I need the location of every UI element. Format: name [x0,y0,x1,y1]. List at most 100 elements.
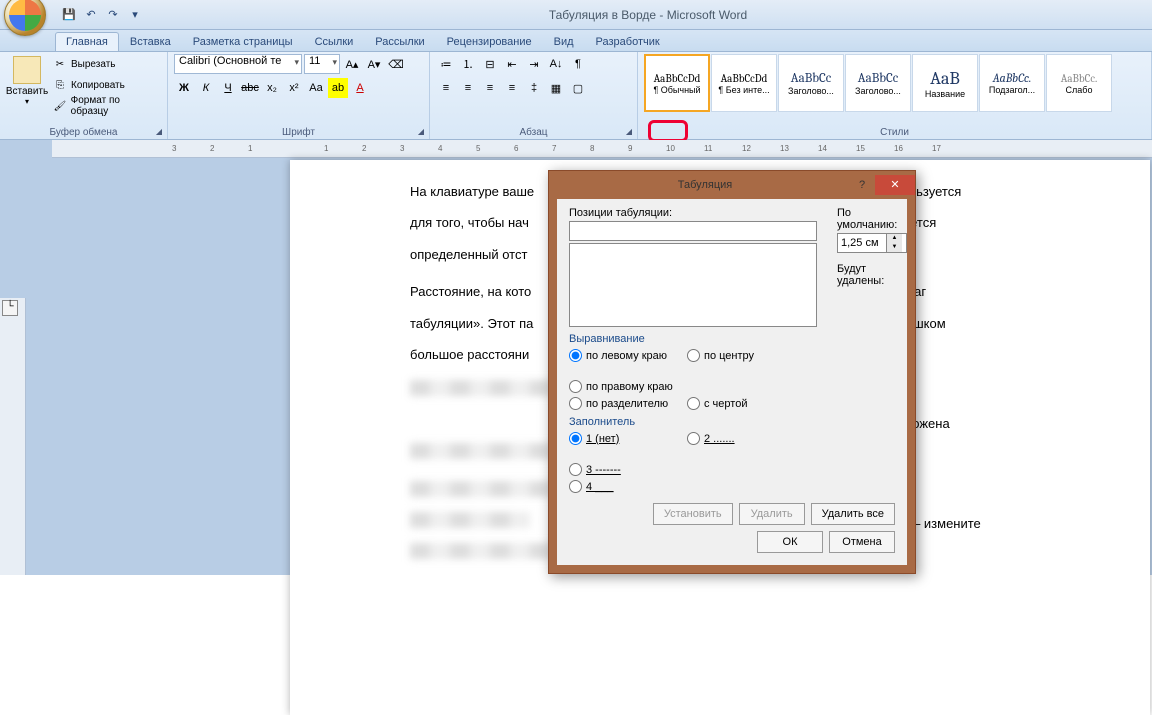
undo-icon[interactable]: ↶ [82,6,100,24]
tab-positions-label: Позиции табуляции: [569,207,817,219]
tab-view[interactable]: Вид [543,32,585,51]
leader-4-radio[interactable]: 4 ___ [569,480,669,493]
leader-3-radio[interactable]: 3 ------- [569,463,669,476]
show-marks-icon[interactable]: ¶ [568,54,588,74]
blurred-text [410,512,530,528]
quick-access-toolbar: 💾 ↶ ↷ ▾ [60,6,144,24]
group-styles-title: Стили [644,126,1145,139]
clear-format-icon[interactable]: ⌫ [386,54,406,74]
save-icon[interactable]: 💾 [60,6,78,24]
dialog-titlebar[interactable]: Табуляция ? ✕ [549,171,915,199]
style-normal[interactable]: AaBbCcDd¶ Обычный [644,54,710,112]
italic-icon[interactable]: К [196,78,216,98]
horizontal-ruler[interactable]: 3211234567891011121314151617 [52,140,1152,158]
clear-button[interactable]: Удалить [739,503,805,525]
brush-icon: 🖌 [53,99,67,113]
grow-font-icon[interactable]: A▴ [342,54,362,74]
paste-label: Вставить [6,86,48,97]
justify-icon[interactable]: ≡ [502,78,522,98]
group-font-title: Шрифт [174,126,423,139]
highlight-icon[interactable]: ab [328,78,348,98]
style-title[interactable]: AaBНазвание [912,54,978,112]
font-size-combo[interactable]: 11 [304,54,340,74]
vertical-ruler[interactable]: └ [0,298,26,575]
tab-developer[interactable]: Разработчик [585,32,671,51]
cut-button[interactable]: ✂Вырезать [50,54,161,74]
tab-positions-list[interactable] [569,243,817,327]
paste-icon [13,56,41,84]
tab-position-input[interactable] [569,221,817,241]
align-center-icon[interactable]: ≡ [458,78,478,98]
close-icon[interactable]: ✕ [875,175,915,195]
watermark: FREE-OFFICE.NET [1011,554,1142,569]
style-subtle[interactable]: AaBbCc.Слабо [1046,54,1112,112]
sort-icon[interactable]: A↓ [546,54,566,74]
group-paragraph: ≔ ⒈ ⊟ ⇤ ⇥ A↓ ¶ ≡ ≡ ≡ ≡ ‡ ▦ ▢ Абзац ◢ [430,52,638,139]
font-name-combo[interactable]: Calibri (Основной те [174,54,302,74]
leader-section-title: Заполнитель [569,416,895,428]
leader-1-radio[interactable]: 1 (нет) [569,432,669,445]
format-painter-button[interactable]: 🖌Формат по образцу [50,96,161,116]
spin-down-icon[interactable]: ▼ [886,243,902,252]
borders-icon[interactable]: ▢ [568,78,588,98]
tab-home[interactable]: Главная [55,32,119,51]
default-tab-input[interactable] [838,237,886,249]
title-bar: 💾 ↶ ↷ ▾ Табуляция в Ворде - Microsoft Wo… [0,0,1152,30]
align-right-radio[interactable]: по правому краю [569,380,673,393]
change-case-icon[interactable]: Aa [306,78,326,98]
tab-references[interactable]: Ссылки [304,32,365,51]
paragraph-launcher[interactable]: ◢ [623,125,635,137]
redo-icon[interactable]: ↷ [104,6,122,24]
font-launcher[interactable]: ◢ [415,125,427,137]
alignment-section-title: Выравнивание [569,333,895,345]
align-center-radio[interactable]: по центру [687,349,787,362]
leader-2-radio[interactable]: 2 ....... [687,432,787,445]
superscript-icon[interactable]: x² [284,78,304,98]
strike-icon[interactable]: abc [240,78,260,98]
tab-layout[interactable]: Разметка страницы [182,32,304,51]
help-icon[interactable]: ? [849,179,875,191]
align-left-radio[interactable]: по левому краю [569,349,669,362]
style-subtitle[interactable]: AaBbCc.Подзагол... [979,54,1045,112]
subscript-icon[interactable]: x₂ [262,78,282,98]
set-button[interactable]: Установить [653,503,733,525]
align-bar-radio[interactable]: с чертой [687,397,787,410]
indent-inc-icon[interactable]: ⇥ [524,54,544,74]
numbering-icon[interactable]: ⒈ [458,54,478,74]
copy-button[interactable]: ⎘Копировать [50,75,161,95]
spin-up-icon[interactable]: ▲ [886,234,902,243]
window-title: Табуляция в Ворде - Microsoft Word [144,8,1152,22]
deleted-label: Будут удалены: [837,263,907,287]
clear-all-button[interactable]: Удалить все [811,503,895,525]
shading-icon[interactable]: ▦ [546,78,566,98]
underline-icon[interactable]: Ч [218,78,238,98]
group-styles: AaBbCcDd¶ Обычный AaBbCcDd¶ Без инте... … [638,52,1152,139]
clipboard-launcher[interactable]: ◢ [153,125,165,137]
tab-selector[interactable]: └ [2,300,18,316]
tab-insert[interactable]: Вставка [119,32,182,51]
shrink-font-icon[interactable]: A▾ [364,54,384,74]
dialog-title: Табуляция [561,179,849,191]
align-left-icon[interactable]: ≡ [436,78,456,98]
qat-dropdown-icon[interactable]: ▾ [126,6,144,24]
bullets-icon[interactable]: ≔ [436,54,456,74]
ribbon: Вставить ▾ ✂Вырезать ⎘Копировать 🖌Формат… [0,52,1152,140]
align-decimal-radio[interactable]: по разделителю [569,397,669,410]
style-heading1[interactable]: AaBbCcЗаголово... [778,54,844,112]
multilevel-icon[interactable]: ⊟ [480,54,500,74]
paste-button[interactable]: Вставить ▾ [6,54,48,120]
paste-dropdown-icon[interactable]: ▾ [25,97,29,106]
line-spacing-icon[interactable]: ‡ [524,78,544,98]
bold-icon[interactable]: Ж [174,78,194,98]
default-tab-spinner[interactable]: ▲▼ [837,233,907,253]
tabs-dialog: Табуляция ? ✕ Позиции табуляции: По умол… [548,170,916,574]
font-color-icon[interactable]: A [350,78,370,98]
style-nospacing[interactable]: AaBbCcDd¶ Без инте... [711,54,777,112]
tab-mailings[interactable]: Рассылки [364,32,435,51]
tab-review[interactable]: Рецензирование [436,32,543,51]
cancel-button[interactable]: Отмена [829,531,895,553]
align-right-icon[interactable]: ≡ [480,78,500,98]
indent-dec-icon[interactable]: ⇤ [502,54,522,74]
ok-button[interactable]: ОК [757,531,823,553]
style-heading2[interactable]: AaBbCcЗаголово... [845,54,911,112]
